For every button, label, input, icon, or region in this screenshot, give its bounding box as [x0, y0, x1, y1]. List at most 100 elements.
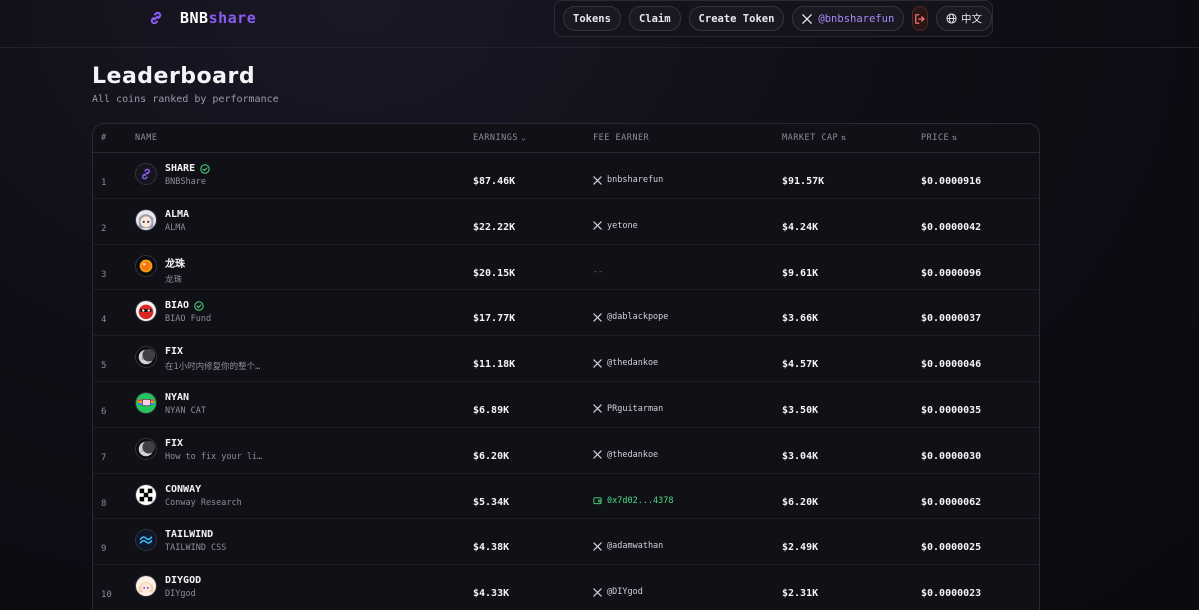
- price-cell: $0.0000046: [921, 359, 982, 371]
- price-cell: $0.0000037: [921, 313, 982, 325]
- coin-symbol: 龙珠: [165, 258, 185, 270]
- earnings-cell: $6.20K: [473, 450, 510, 462]
- table-row[interactable]: 2 ALMA ALMA $22.22K yetone $4.24K $0.0000042: [93, 199, 1039, 245]
- market-cap-cell: $2.31K: [782, 588, 819, 600]
- coin-avatar: [135, 437, 157, 460]
- fee-earner-handle: @thedankoe: [607, 449, 659, 460]
- coin-name[interactable]: CONWAY: [165, 484, 242, 495]
- anime-face-icon: [136, 209, 156, 230]
- brand-logo[interactable]: BNBshare: [148, 8, 256, 28]
- coin-name[interactable]: NYAN: [165, 392, 206, 403]
- header-name: NAME: [135, 133, 158, 143]
- price-cell: $0.0000096: [921, 267, 982, 279]
- logout-button[interactable]: [912, 6, 928, 31]
- nav-twitter-button[interactable]: @bnbsharefun: [792, 6, 905, 31]
- leaderboard-table: # NAME EARNINGS ⌄ FEE EARNER MARKET CAP ⇅ …: [92, 123, 1040, 610]
- table-row[interactable]: 4 BIAO BIAO Fund $17.77K @dablackpope $3.66K $…: [93, 290, 1039, 337]
- fee-earner-cell[interactable]: PRguitarman: [593, 404, 663, 414]
- rank-cell: 4: [101, 315, 107, 326]
- coin-symbol: SHARE: [165, 163, 196, 174]
- nav-claim-button[interactable]: Claim: [628, 6, 681, 31]
- coin-avatar: [135, 529, 157, 552]
- coin-name-cell: FIX 在1小时内修复你的整个…: [165, 346, 260, 372]
- fee-earner-cell: --: [593, 267, 603, 277]
- coin-symbol: ALMA: [165, 208, 190, 220]
- table-row[interactable]: 8 CONWAY Conway Research $5.34K 0x7d02...437…: [93, 474, 1039, 520]
- table-row[interactable]: 10 DIYGOD DIYgod $4.33K @DIYgod $2.31K $0.0000…: [93, 565, 1039, 610]
- header-earnings[interactable]: EARNINGS ⌄: [473, 133, 526, 143]
- market-cap-cell: $3.50K: [782, 404, 819, 416]
- header-rank: #: [101, 133, 107, 143]
- coin-name[interactable]: TAILWIND: [165, 529, 226, 540]
- price-cell: $0.0000030: [921, 450, 982, 462]
- fee-earner-handle: yetone: [607, 220, 638, 231]
- market-cap-cell: $4.24K: [782, 221, 819, 233]
- header-price-label: PRICE: [921, 133, 950, 143]
- earnings-cell: $20.15K: [473, 267, 516, 279]
- market-cap-cell: $6.20K: [782, 496, 819, 508]
- table-row[interactable]: 9 TAILWIND TAILWIND CSS $4.38K @adamwathan $2…: [93, 519, 1039, 566]
- market-cap-cell: $2.49K: [782, 542, 819, 554]
- table-row[interactable]: 5 FIX 在1小时内修复你的整个… $11.18K @thedankoe $4.57K $…: [93, 336, 1039, 382]
- fee-earner-cell[interactable]: @dablackpope: [593, 312, 668, 322]
- coin-full-name: ALMA: [165, 222, 186, 233]
- coin-name[interactable]: ALMA: [165, 209, 189, 220]
- language-button[interactable]: 中文: [936, 6, 992, 31]
- coin-symbol: FIX: [165, 346, 184, 358]
- fee-earner-cell[interactable]: 0x7d02...4378: [593, 496, 674, 506]
- x-logo-icon: [593, 404, 602, 414]
- coin-full-name: NYAN CAT: [165, 405, 206, 416]
- coin-name[interactable]: 龙珠: [165, 255, 185, 270]
- coin-avatar: [135, 575, 157, 598]
- market-cap-cell: $91.57K: [782, 176, 825, 187]
- header-market-cap[interactable]: MARKET CAP ⇅: [782, 133, 847, 143]
- table-row[interactable]: 3 龙珠 龙珠 $20.15K -- $9.61K $0.0000096: [93, 245, 1039, 291]
- table-row[interactable]: 7 FIX How to fix your li… $6.20K @thedankoe $…: [93, 428, 1039, 474]
- coin-full-name: Conway Research: [165, 497, 242, 508]
- fee-earner-cell[interactable]: yetone: [593, 221, 638, 231]
- fee-earner-handle: @DIYgod: [607, 587, 643, 598]
- coin-symbol: NYAN: [165, 391, 190, 403]
- top-header: BNBshare Tokens Claim Create Token @bnbs…: [0, 0, 1199, 48]
- coin-name-cell: SHARE BNBShare: [165, 163, 210, 187]
- coin-name[interactable]: DIYGOD: [165, 575, 201, 586]
- coin-symbol: FIX: [165, 437, 184, 449]
- table-row[interactable]: 1 SHARE BNBShare $87.46K bnbsharefun $91.57K $…: [93, 153, 1039, 199]
- fee-earner-handle: @thedankoe: [607, 358, 659, 369]
- coin-name[interactable]: SHARE: [165, 163, 210, 174]
- x-logo-icon: [593, 313, 602, 322]
- coin-name[interactable]: BIAO: [165, 300, 211, 311]
- nav-tokens-button[interactable]: Tokens: [563, 6, 621, 31]
- red-face-icon: [136, 301, 156, 322]
- coin-name[interactable]: FIX: [165, 438, 262, 449]
- fee-earner-cell[interactable]: @thedankoe: [593, 450, 658, 460]
- earnings-cell: $5.34K: [473, 496, 510, 508]
- market-cap-cell: $4.57K: [782, 359, 819, 371]
- twitter-handle: @bnbsharefun: [818, 12, 895, 25]
- rank-cell: 2: [101, 223, 107, 234]
- coin-full-name: How to fix your li…: [165, 451, 263, 462]
- rank-cell: 6: [101, 406, 107, 417]
- earnings-cell: $4.33K: [473, 588, 510, 600]
- fee-earner-cell[interactable]: @thedankoe: [593, 358, 658, 368]
- fee-earner-cell[interactable]: @adamwathan: [593, 541, 663, 551]
- fee-earner-handle: @dablackpope: [607, 312, 669, 323]
- market-cap-cell: $3.04K: [782, 450, 819, 462]
- coin-name-cell: TAILWIND TAILWIND CSS: [165, 529, 226, 553]
- header-price[interactable]: PRICE ⇅: [921, 133, 957, 143]
- orange-ball-icon: [136, 255, 156, 276]
- brand-name-bnb: BNB: [180, 9, 209, 27]
- chevron-down-icon: ⌄: [520, 133, 527, 142]
- table-row[interactable]: 6 NYAN NYAN CAT $6.89K PRguitarman $3.50K $0.0…: [93, 382, 1039, 428]
- wallet-icon: [593, 497, 602, 505]
- coin-name[interactable]: FIX: [165, 346, 260, 357]
- coin-avatar: [135, 391, 157, 414]
- nav-create-token-button[interactable]: Create Token: [688, 6, 785, 31]
- earnings-cell: $6.89K: [473, 404, 510, 416]
- x-logo-icon: [593, 221, 602, 231]
- fee-earner-cell[interactable]: bnbsharefun: [593, 175, 663, 185]
- fee-earner-cell[interactable]: @DIYgod: [593, 587, 643, 597]
- market-cap-cell: $3.66K: [782, 313, 819, 325]
- earnings-cell: $22.22K: [473, 221, 516, 233]
- fee-earner-handle: 0x7d02...4378: [607, 495, 674, 506]
